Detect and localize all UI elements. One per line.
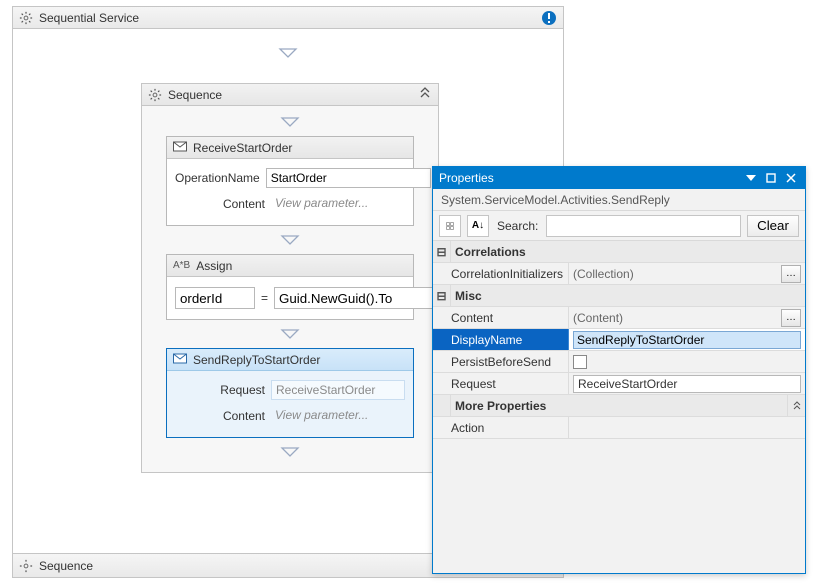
properties-panel: Properties System.ServiceModel.Activitie… — [432, 166, 806, 574]
sequential-service-title: Sequential Service — [39, 11, 139, 25]
content-link[interactable]: View parameter... — [271, 194, 405, 214]
collapse-toggle-icon[interactable] — [433, 395, 451, 416]
ellipsis-button[interactable]: … — [781, 309, 801, 327]
receive-title: ReceiveStartOrder — [193, 141, 292, 155]
sendreply-icon — [173, 352, 187, 367]
content-link[interactable]: View parameter... — [271, 406, 405, 426]
prop-persist-before-send[interactable]: PersistBeforeSend — [433, 351, 805, 373]
sequence-activity[interactable]: Sequence Recei — [141, 83, 439, 473]
gear-icon — [148, 88, 162, 102]
categorize-button[interactable] — [439, 215, 461, 237]
prop-value[interactable]: (Content) … — [569, 307, 805, 328]
category-more-properties[interactable]: More Properties — [433, 395, 805, 417]
prop-request[interactable]: Request ReceiveStartOrder — [433, 373, 805, 395]
category-label: More Properties — [451, 395, 787, 416]
expand-up-icon[interactable] — [787, 395, 805, 416]
prop-name: Request — [433, 373, 569, 394]
request-value-text[interactable]: ReceiveStartOrder — [573, 375, 801, 393]
prop-value-text: (Collection) — [573, 267, 634, 281]
assign-activity[interactable]: A*B Assign = — [166, 254, 414, 320]
assign-header[interactable]: A*B Assign — [167, 255, 413, 277]
assign-to-input[interactable] — [175, 287, 255, 309]
receive-header[interactable]: ReceiveStartOrder — [167, 137, 413, 159]
sequence-header[interactable]: Sequence — [142, 84, 438, 106]
request-label: Request — [175, 383, 265, 397]
operation-name-input[interactable] — [266, 168, 431, 188]
prop-name: Action — [433, 417, 569, 438]
receive-activity[interactable]: ReceiveStartOrder OperationName Content … — [166, 136, 414, 226]
search-label: Search: — [495, 219, 540, 233]
content-label: Content — [175, 197, 265, 211]
assign-icon: A*B — [173, 260, 190, 271]
collapse-icon[interactable] — [418, 86, 432, 103]
prop-value[interactable] — [569, 351, 805, 372]
category-label: Misc — [451, 285, 805, 306]
receive-body: OperationName Content View parameter... — [167, 159, 413, 225]
prop-content[interactable]: Content (Content) … — [433, 307, 805, 329]
prop-name: CorrelationInitializers — [433, 263, 569, 284]
assign-title: Assign — [196, 259, 232, 273]
category-label: Correlations — [451, 241, 805, 262]
prop-correlation-initializers[interactable]: CorrelationInitializers (Collection) … — [433, 263, 805, 285]
sequence-body: ReceiveStartOrder OperationName Content … — [142, 106, 438, 472]
request-value[interactable]: ReceiveStartOrder — [271, 380, 405, 400]
sendreply-activity[interactable]: SendReplyToStartOrder Request ReceiveSta… — [166, 348, 414, 438]
category-misc[interactable]: ⊟ Misc — [433, 285, 805, 307]
properties-titlebar[interactable]: Properties — [433, 167, 805, 189]
connector-arrow-icon — [280, 446, 300, 458]
sendreply-title: SendReplyToStartOrder — [193, 353, 320, 367]
search-input[interactable] — [546, 215, 741, 237]
prop-action[interactable]: Action — [433, 417, 805, 439]
equals-label: = — [261, 291, 268, 305]
content-label: Content — [175, 409, 265, 423]
clear-button[interactable]: Clear — [747, 215, 799, 237]
prop-value-text: (Content) — [573, 311, 623, 325]
prop-value[interactable] — [569, 329, 805, 350]
receive-icon — [173, 140, 187, 155]
collapsed-sequence-title: Sequence — [39, 559, 93, 573]
properties-toolbar: A↓ Search: Clear — [433, 211, 805, 241]
ellipsis-button[interactable]: … — [781, 265, 801, 283]
prop-name: PersistBeforeSend — [433, 351, 569, 372]
validation-info-icon[interactable] — [541, 10, 557, 26]
sendreply-body: Request ReceiveStartOrder Content View p… — [167, 371, 413, 437]
persist-checkbox[interactable] — [573, 355, 587, 369]
operation-name-label: OperationName — [175, 171, 260, 185]
prop-value[interactable] — [569, 417, 805, 438]
collapse-toggle-icon[interactable]: ⊟ — [433, 241, 451, 262]
sort-az-button[interactable]: A↓ — [467, 215, 489, 237]
connector-arrow-icon — [280, 234, 300, 246]
prop-value[interactable]: (Collection) … — [569, 263, 805, 284]
prop-name: Content — [433, 307, 569, 328]
displayname-input[interactable] — [573, 331, 801, 349]
connector-arrow-icon — [13, 47, 563, 59]
gear-icon — [19, 11, 33, 25]
prop-value[interactable]: ReceiveStartOrder — [569, 373, 805, 394]
sequential-service-header[interactable]: Sequential Service — [13, 7, 563, 29]
collapse-toggle-icon[interactable]: ⊟ — [433, 285, 451, 306]
assign-body: = — [167, 277, 413, 319]
maximize-icon[interactable] — [763, 170, 779, 186]
close-icon[interactable] — [783, 170, 799, 186]
properties-title: Properties — [439, 171, 494, 185]
connector-arrow-icon — [280, 116, 300, 128]
sendreply-header[interactable]: SendReplyToStartOrder — [167, 349, 413, 371]
properties-type-line: System.ServiceModel.Activities.SendReply — [433, 189, 805, 211]
window-options-icon[interactable] — [743, 170, 759, 186]
properties-grid: ⊟ Correlations CorrelationInitializers (… — [433, 241, 805, 573]
sequence-title: Sequence — [168, 88, 222, 102]
connector-arrow-icon — [280, 328, 300, 340]
gear-icon — [19, 559, 33, 573]
prop-displayname[interactable]: DisplayName — [433, 329, 805, 351]
category-correlations[interactable]: ⊟ Correlations — [433, 241, 805, 263]
prop-name: DisplayName — [433, 329, 569, 350]
